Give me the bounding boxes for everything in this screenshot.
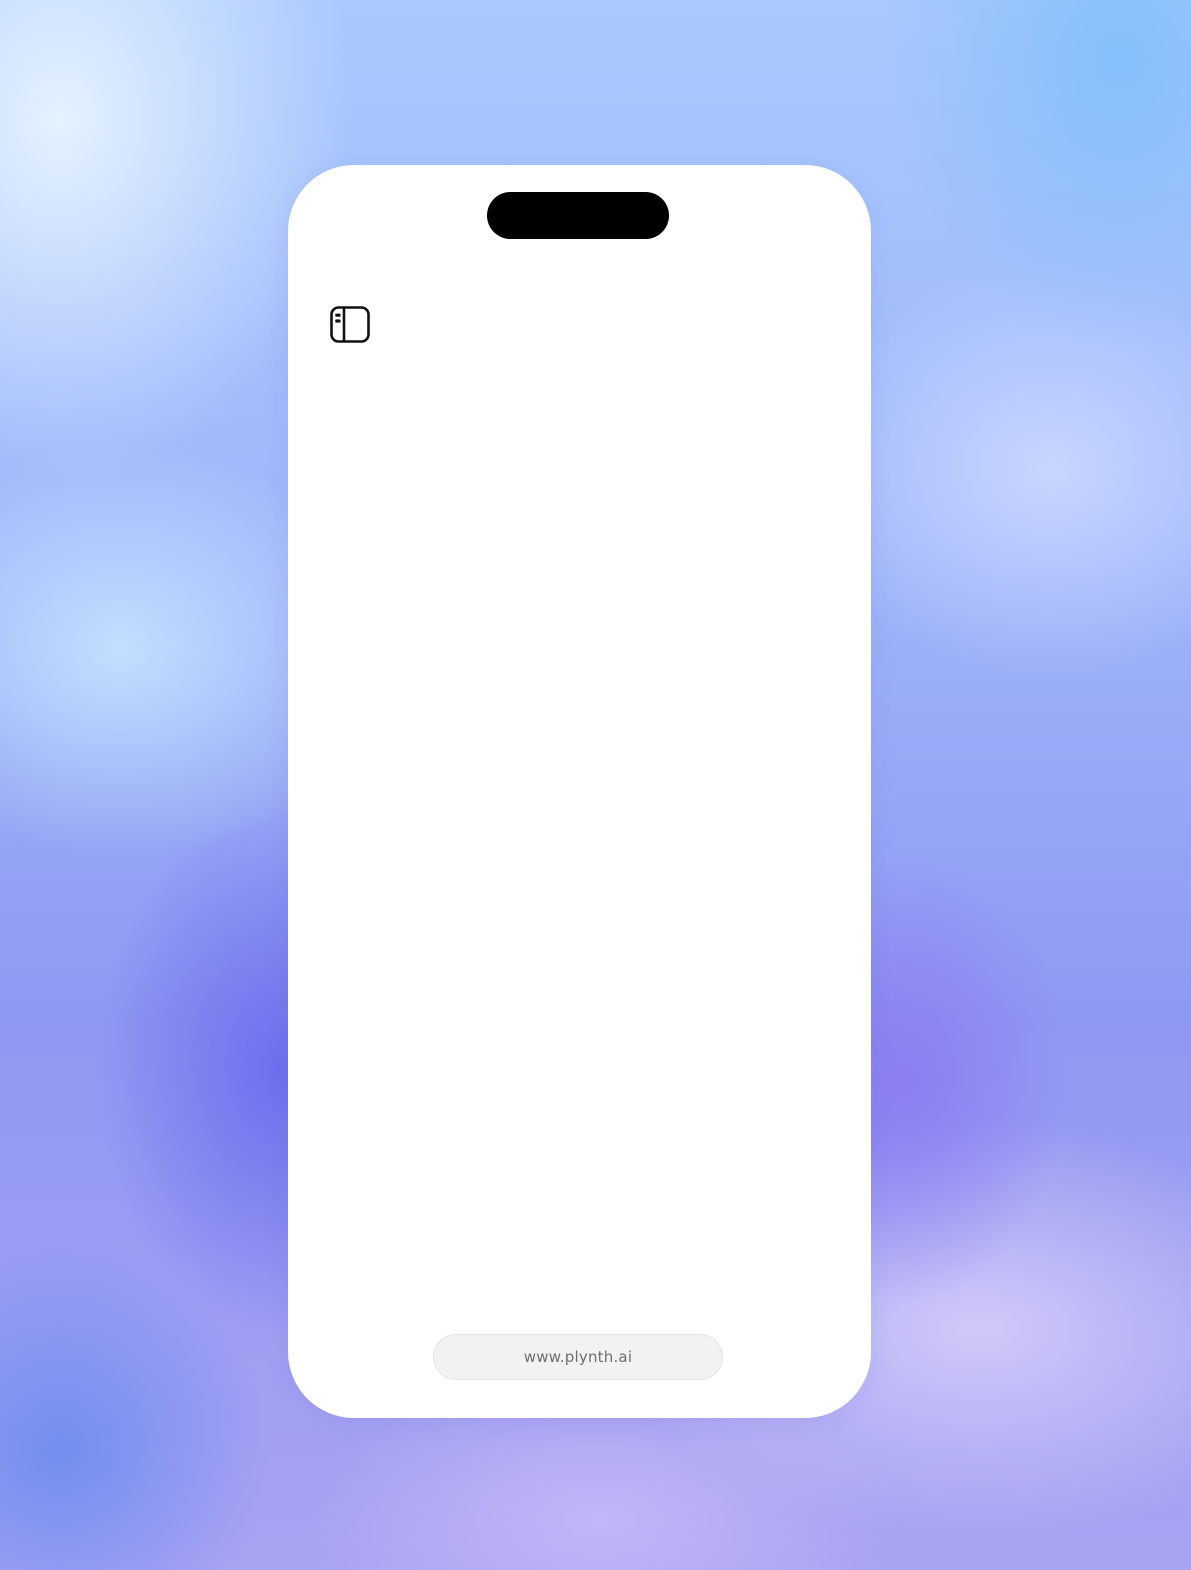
- url-bar[interactable]: www.plynth.ai: [433, 1334, 723, 1380]
- sidebar-toggle-icon: [330, 306, 370, 343]
- dynamic-island: [487, 192, 669, 239]
- url-text: www.plynth.ai: [523, 1348, 633, 1366]
- phone-screen: www.plynth.ai: [288, 165, 871, 1418]
- sidebar-toggle-button[interactable]: [328, 304, 372, 345]
